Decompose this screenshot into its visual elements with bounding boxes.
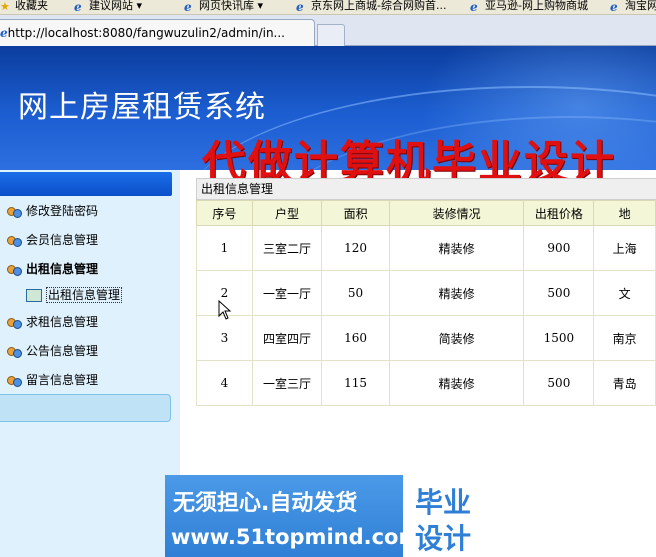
users-icon xyxy=(6,374,22,388)
table-header-row: 序号 户型 面积 装修情况 出租价格 地 xyxy=(196,200,656,226)
ie-page-icon: e xyxy=(74,0,82,14)
rental-table: 序号 户型 面积 装修情况 出租价格 地 1 三室二厅 120 精装修 900 … xyxy=(196,200,656,406)
cell-price: 500 xyxy=(523,360,595,406)
users-icon xyxy=(6,234,22,248)
sidebar: 修改登陆密码 会员信息管理 出租信息管理 出租信息管理 求租信息管理 公告信息管… xyxy=(0,170,180,557)
cell-area: 120 xyxy=(321,225,390,271)
panel-title: 出租信息管理 xyxy=(196,178,656,200)
column-header: 面积 xyxy=(321,200,390,226)
sidebar-item-rental[interactable]: 出租信息管理 xyxy=(6,260,98,278)
cell-price: 900 xyxy=(523,225,595,271)
ad-banner[interactable]: 无须担心.自动发货 www.51topmind.com 毕业 设计 xyxy=(165,475,489,557)
column-header: 序号 xyxy=(196,200,253,226)
cell-price: 500 xyxy=(523,270,595,316)
cell-layout: 三室二厅 xyxy=(251,225,323,271)
cell-area: 115 xyxy=(321,360,390,406)
window-icon xyxy=(26,289,42,302)
cell-index: 4 xyxy=(196,360,253,406)
ie-page-icon: e xyxy=(184,0,192,14)
fav-link-label: 亚马逊-网上购物商城 xyxy=(485,0,588,12)
fav-link-taobao[interactable]: e 淘宝网 xyxy=(610,0,656,14)
sidebar-item-label: 公告信息管理 xyxy=(26,344,99,358)
favorites-button[interactable]: ★ 收藏夹 xyxy=(0,0,48,13)
cell-layout: 一室三厅 xyxy=(251,360,323,406)
cell-location: 文 xyxy=(593,270,656,316)
users-icon xyxy=(6,316,22,330)
table-row[interactable]: 1 三室二厅 120 精装修 900 上海 xyxy=(196,225,656,271)
cell-decoration: 精装修 xyxy=(388,270,525,316)
fav-link-label: 京东网上商城-综合网购首... xyxy=(311,0,447,12)
fav-link-jd[interactable]: e 京东网上商城-综合网购首... xyxy=(296,0,447,14)
sidebar-item-change-password[interactable]: 修改登陆密码 xyxy=(6,202,98,220)
cell-index: 3 xyxy=(196,315,253,361)
ad-slogan: 无须担心.自动发货 xyxy=(173,491,358,516)
favorites-label: 收藏夹 xyxy=(15,0,48,12)
fav-link-label: 建议网站 ▾ xyxy=(89,0,143,12)
column-header: 户型 xyxy=(251,200,323,226)
browser-tab-active[interactable]: ehttp://localhost:8080/fangwuzulin2/admi… xyxy=(0,19,315,46)
cell-price: 1500 xyxy=(523,315,595,361)
cell-index: 1 xyxy=(196,225,253,271)
cell-decoration: 简装修 xyxy=(388,315,525,361)
site-title: 网上房屋租赁系统 xyxy=(18,90,266,125)
column-header: 装修情况 xyxy=(388,200,525,226)
table-row[interactable]: 2 一室一厅 50 精装修 500 文 xyxy=(196,270,656,316)
ad-badge-top: 毕业 xyxy=(415,486,472,519)
sidebar-subitem-label: 出租信息管理 xyxy=(46,287,123,303)
fav-link-label: 淘宝网 xyxy=(625,0,656,12)
browser-tab-row: ehttp://localhost:8080/fangwuzulin2/admi… xyxy=(0,15,656,46)
new-tab-button[interactable] xyxy=(317,24,345,46)
sidebar-item-messages[interactable]: 留言信息管理 xyxy=(6,371,98,389)
ie-page-icon: e xyxy=(0,26,8,40)
main-content: 出租信息管理 序号 户型 面积 装修情况 出租价格 地 1 三室二厅 120 精… xyxy=(196,178,656,406)
fav-link-suggested-sites[interactable]: e 建议网站 ▾ xyxy=(74,0,143,14)
cell-layout: 四室四厅 xyxy=(251,315,323,361)
fav-link-web-slice[interactable]: e 网页快讯库 ▾ xyxy=(184,0,264,14)
users-icon xyxy=(6,263,22,277)
ad-badge-bottom: 设计 xyxy=(415,522,472,555)
table-row[interactable]: 3 四室四厅 160 简装修 1500 南京 xyxy=(196,315,656,361)
star-icon: ★ xyxy=(0,0,10,13)
column-header: 出租价格 xyxy=(523,200,595,226)
ad-url: www.51topmind.com xyxy=(171,525,421,549)
users-icon xyxy=(6,345,22,359)
sidebar-item-notices[interactable]: 公告信息管理 xyxy=(6,342,98,360)
favorites-bar: ★ 收藏夹 e 建议网站 ▾ e 网页快讯库 ▾ e 京东网上商城-综合网购首... e… xyxy=(0,0,656,15)
sidebar-item-label: 求租信息管理 xyxy=(26,315,99,329)
sidebar-item-wanted[interactable]: 求租信息管理 xyxy=(6,313,98,331)
sidebar-item-members[interactable]: 会员信息管理 xyxy=(6,231,98,249)
cell-location: 南京 xyxy=(593,315,656,361)
column-header: 地 xyxy=(593,200,656,226)
cell-decoration: 精装修 xyxy=(388,225,525,271)
sidebar-item-label: 修改登陆密码 xyxy=(26,204,99,218)
cell-location: 上海 xyxy=(593,225,656,271)
ie-page-icon: e xyxy=(470,0,478,14)
cell-layout: 一室一厅 xyxy=(251,270,323,316)
cell-location: 青岛 xyxy=(593,360,656,406)
table-row[interactable]: 4 一室三厅 115 精装修 500 青岛 xyxy=(196,360,656,406)
sidebar-item-label: 出租信息管理 xyxy=(26,262,99,276)
mouse-cursor-icon xyxy=(218,300,232,320)
cell-decoration: 精装修 xyxy=(388,360,525,406)
sidebar-item-label: 会员信息管理 xyxy=(26,233,99,247)
fav-link-label: 网页快讯库 ▾ xyxy=(199,0,264,12)
cell-area: 160 xyxy=(321,315,390,361)
tab-url: http://localhost:8080/fangwuzulin2/admin… xyxy=(7,26,285,40)
ie-page-icon: e xyxy=(296,0,304,14)
cell-area: 50 xyxy=(321,270,390,316)
sidebar-footer xyxy=(0,394,171,422)
sidebar-item-label: 留言信息管理 xyxy=(26,373,99,387)
users-icon xyxy=(6,205,22,219)
sidebar-header xyxy=(0,172,172,196)
fav-link-amazon[interactable]: e 亚马逊-网上购物商城 xyxy=(470,0,588,14)
ie-page-icon: e xyxy=(610,0,618,14)
sidebar-subitem-rental-manage[interactable]: 出租信息管理 xyxy=(26,286,123,304)
